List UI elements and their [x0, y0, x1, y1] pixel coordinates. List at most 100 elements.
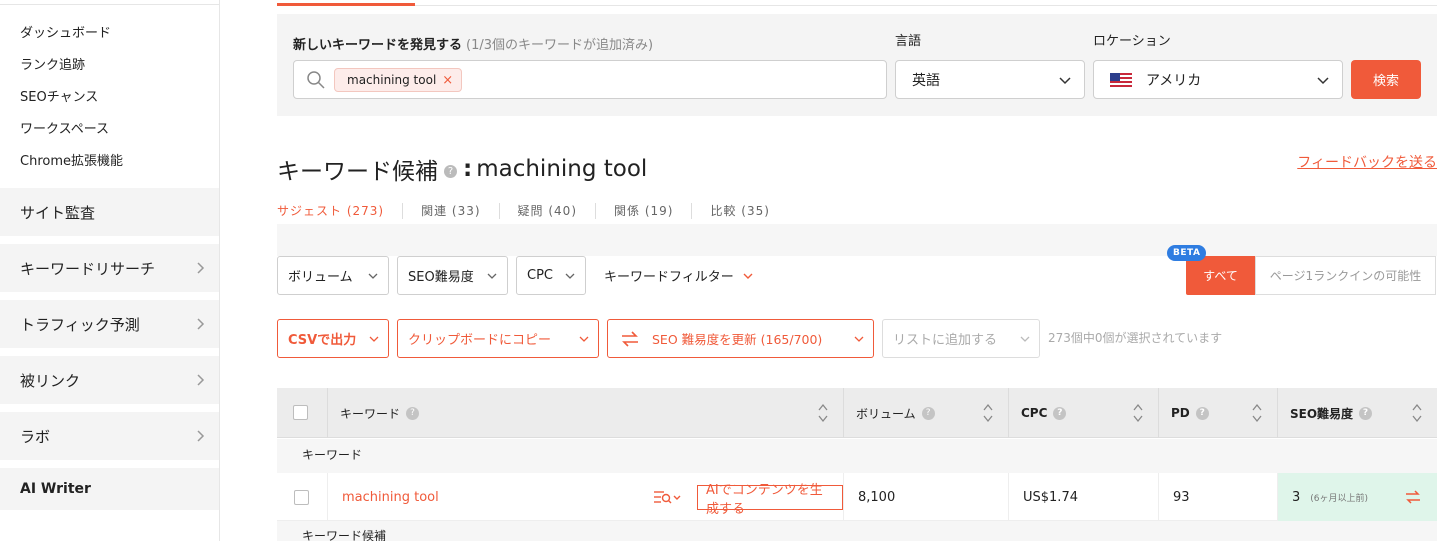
sidebar-section-label: AI Writer — [20, 481, 91, 497]
sidebar-section-keyword-research[interactable]: キーワードリサーチ — [0, 244, 219, 292]
seo-difficulty-filter-label: SEO難易度 — [408, 270, 474, 285]
row-select-cell — [277, 473, 327, 521]
sidebar-section-site-audit[interactable]: サイト監査 — [0, 188, 219, 236]
help-icon[interactable]: ? — [921, 406, 935, 420]
select-all-checkbox[interactable] — [293, 405, 308, 420]
keyword-link[interactable]: machining tool — [342, 490, 439, 505]
table-header: キーワード ? ボリューム ? CPC ? PD ? SEO難易度 ? — [277, 388, 1437, 438]
group-header-candidates: キーワード候補 — [277, 521, 1437, 541]
copy-clipboard-label: クリップボードにコピー — [408, 333, 552, 348]
keyword-cell: machining tool AIでコンテンツを生成する — [327, 473, 843, 521]
refresh-icon — [622, 330, 638, 347]
sidebar-item-workspace[interactable]: ワークスペース — [20, 118, 109, 137]
chevron-down-icon — [1020, 336, 1030, 342]
chevron-down-icon — [743, 273, 753, 279]
help-icon[interactable]: ? — [1053, 406, 1067, 420]
sidebar-section-labs[interactable]: ラボ — [0, 412, 219, 460]
seo-difficulty-filter[interactable]: SEO難易度 — [397, 256, 508, 295]
column-keyword[interactable]: キーワード ? — [327, 388, 843, 438]
language-select[interactable]: 英語 — [895, 60, 1085, 99]
cpc-filter-label: CPC — [527, 268, 553, 283]
pd-cell: 93 — [1158, 473, 1277, 521]
sidebar-item-dashboard[interactable]: ダッシュボード — [20, 22, 111, 41]
chevron-down-icon — [368, 273, 378, 279]
sort-icon — [818, 403, 828, 423]
tab-questions[interactable]: 疑問 (40) — [498, 203, 595, 219]
seo-last-updated: (6ヶ月以上前) — [1310, 493, 1369, 504]
title-colon: : — [463, 156, 473, 182]
help-icon[interactable]: ? — [1195, 406, 1209, 420]
seo-difficulty-cell: 3 (6ヶ月以上前) — [1277, 473, 1437, 521]
chevron-down-icon — [487, 273, 497, 279]
top-tab-bar — [277, 0, 1437, 6]
feedback-link[interactable]: フィードバックを送る — [1297, 152, 1437, 172]
location-value: アメリカ — [1146, 72, 1202, 89]
volume-cell: 8,100 — [843, 473, 1008, 521]
search-panel: 新しいキーワードを発見する (1/3個のキーワードが追加済み) machining… — [277, 14, 1437, 116]
chevron-down-icon — [369, 336, 379, 342]
copy-clipboard-button[interactable]: クリップボードにコピー — [397, 319, 599, 358]
sidebar-section-backlinks[interactable]: 被リンク — [0, 356, 219, 404]
search-button[interactable]: 検索 — [1351, 60, 1421, 99]
chevron-right-icon — [197, 262, 205, 274]
page-title-keyword: machining tool — [476, 156, 648, 182]
column-seo-label: SEO難易度 — [1290, 406, 1354, 421]
search-label-text: 新しいキーワードを発見する — [293, 38, 463, 53]
chevron-down-icon — [1059, 77, 1071, 85]
column-pd[interactable]: PD ? — [1158, 388, 1277, 438]
volume-filter-label: ボリューム — [288, 270, 353, 285]
sidebar-item-seo-opportunities[interactable]: SEOチャンス — [20, 86, 98, 105]
sort-icon — [983, 403, 993, 423]
sidebar-section-ai-writer[interactable]: AI Writer — [0, 468, 219, 510]
csv-export-label: CSVで出力 — [288, 333, 357, 348]
seo-update-button[interactable]: SEO 難易度を更新 (165/700) — [607, 319, 874, 358]
keyword-filter-label: キーワードフィルター — [604, 270, 734, 285]
volume-filter[interactable]: ボリューム — [277, 256, 389, 295]
ai-generate-button[interactable]: AIでコンテンツを生成する — [697, 483, 843, 517]
help-icon[interactable]: ? — [444, 164, 457, 178]
seo-update-label: SEO 難易度を更新 (165/700) — [652, 332, 823, 347]
serp-analysis-icon[interactable] — [653, 488, 683, 506]
tab-comparisons[interactable]: 比較 (35) — [691, 203, 787, 219]
group-header-keyword: キーワード — [277, 439, 1437, 473]
select-all-cell — [277, 388, 327, 438]
segment-all[interactable]: すべて — [1186, 256, 1255, 295]
keyword-input[interactable]: machining tool × — [293, 60, 887, 99]
table-row: machining tool AIでコンテンツを生成する 8,100 US$1.… — [277, 473, 1437, 521]
column-seo-difficulty[interactable]: SEO難易度 ? — [1277, 388, 1437, 438]
keyword-chip: machining tool × — [334, 68, 463, 92]
sidebar-item-chrome-extension[interactable]: Chrome拡張機能 — [20, 150, 123, 169]
column-cpc[interactable]: CPC ? — [1008, 388, 1158, 438]
refresh-icon[interactable] — [1403, 487, 1423, 507]
location-select[interactable]: アメリカ — [1093, 60, 1343, 99]
tab-relations[interactable]: 関係 (19) — [595, 203, 691, 219]
cpc-cell: US$1.74 — [1008, 473, 1158, 521]
sidebar-section-label: 被リンク — [20, 371, 81, 390]
tab-suggestions[interactable]: サジェスト (273) — [277, 203, 402, 219]
sidebar-section-label: キーワードリサーチ — [20, 259, 156, 278]
search-icon — [307, 71, 325, 89]
help-icon[interactable]: ? — [406, 406, 420, 420]
active-tab-indicator — [277, 3, 415, 6]
chevron-down-icon — [565, 273, 575, 279]
csv-export-button[interactable]: CSVで出力 — [277, 319, 389, 358]
row-checkbox[interactable] — [294, 490, 309, 505]
page-title-prefix: キーワード候補 — [277, 159, 438, 185]
keyword-filter-dropdown[interactable]: キーワードフィルター — [604, 266, 754, 285]
segment-page1-rank[interactable]: ページ1ランクインの可能性 — [1255, 256, 1436, 295]
us-flag-icon — [1110, 72, 1132, 87]
column-pd-label: PD — [1171, 406, 1190, 420]
sidebar-section-label: サイト監査 — [20, 203, 96, 222]
chevron-right-icon — [197, 318, 205, 330]
sidebar-item-rank-tracking[interactable]: ランク追跡 — [20, 54, 85, 73]
beta-badge: BETA — [1167, 245, 1207, 261]
column-volume[interactable]: ボリューム ? — [843, 388, 1008, 438]
chip-remove-icon[interactable]: × — [442, 73, 453, 88]
add-to-list-button[interactable]: リストに追加する — [882, 319, 1040, 358]
sidebar-section-traffic-forecast[interactable]: トラフィック予測 — [0, 300, 219, 348]
help-icon[interactable]: ? — [1359, 406, 1373, 420]
sort-icon — [1412, 403, 1422, 423]
cpc-filter[interactable]: CPC — [516, 256, 586, 295]
tab-related[interactable]: 関連 (33) — [402, 203, 498, 219]
chevron-down-icon — [1317, 77, 1329, 85]
